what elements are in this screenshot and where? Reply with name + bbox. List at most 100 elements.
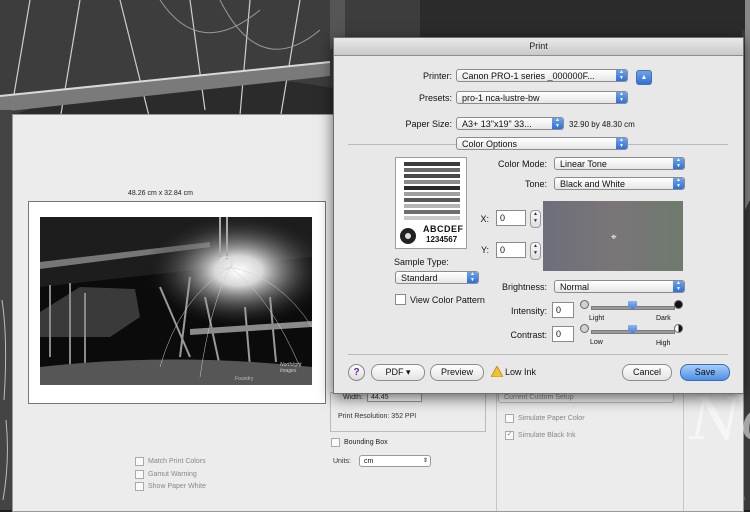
pdf-button[interactable]: PDF ▾ bbox=[371, 364, 425, 381]
checkbox-box[interactable] bbox=[135, 457, 144, 466]
dark-label: Dark bbox=[656, 315, 671, 322]
background-watermark-text: No bbox=[690, 385, 750, 453]
panel-select[interactable]: Color Options ▲ ▼ bbox=[456, 137, 628, 150]
foundry-photo-thumbnail bbox=[40, 217, 312, 385]
dialog-title: Print bbox=[334, 38, 743, 56]
contrast-field[interactable]: 0 bbox=[552, 326, 574, 342]
tone-select[interactable]: Black and White ▲ ▼ bbox=[554, 177, 685, 190]
x-stepper[interactable]: ▲ ▼ bbox=[530, 210, 541, 228]
checkbox-box[interactable] bbox=[331, 438, 340, 447]
chevron-updown-icon: ▲ ▼ bbox=[616, 92, 627, 103]
x-label: X: bbox=[480, 214, 489, 224]
checkbox-box[interactable] bbox=[395, 294, 406, 305]
y-field[interactable]: 0 bbox=[496, 242, 526, 258]
paper-size-value: A3+ 13"x19" 33... bbox=[462, 119, 532, 129]
panel-value: Color Options bbox=[462, 139, 518, 149]
brightness-label: Brightness: bbox=[501, 282, 547, 292]
low-contrast-icon bbox=[580, 324, 589, 333]
simulate-black-ink-checkbox[interactable]: ✓ Simulate Black Ink bbox=[505, 431, 576, 440]
dark-swatch-icon bbox=[674, 300, 683, 309]
photo-caption: Foundry bbox=[235, 376, 254, 382]
simulate-black-ink-label: Simulate Black Ink bbox=[518, 432, 576, 439]
show-paper-white-checkbox[interactable]: Show Paper White bbox=[135, 482, 206, 491]
save-button[interactable]: Save bbox=[680, 364, 730, 381]
sample-type-select[interactable]: Standard ▲ ▼ bbox=[395, 271, 479, 284]
paper-size-label: Paper Size: bbox=[405, 119, 452, 129]
printer-value: Canon PRO-1 series _000000F... bbox=[462, 71, 595, 81]
printer-label: Printer: bbox=[422, 71, 452, 81]
intensity-slider[interactable] bbox=[591, 301, 675, 313]
brightness-value: Normal bbox=[560, 282, 590, 292]
color-mode-label: Color Mode: bbox=[497, 159, 547, 169]
sample-type-value: Standard bbox=[401, 273, 438, 283]
sample-text-numbers: 1234567 bbox=[426, 235, 458, 244]
bounding-box-label: Bounding Box bbox=[344, 439, 388, 446]
y-label: Y: bbox=[480, 245, 489, 255]
intensity-label: Intensity: bbox=[510, 306, 547, 316]
preview-button[interactable]: Preview bbox=[430, 364, 484, 381]
tone-label: Tone: bbox=[524, 179, 547, 189]
printer-select[interactable]: Canon PRO-1 series _000000F... ▲ ▼ bbox=[456, 69, 628, 82]
y-stepper[interactable]: ▲ ▼ bbox=[530, 242, 541, 260]
checkbox-box[interactable] bbox=[135, 482, 144, 491]
simulate-paper-color-label: Simulate Paper Color bbox=[518, 415, 585, 422]
print-dialog: Print Printer: Canon PRO-1 series _00000… bbox=[333, 37, 744, 394]
sample-text-letters: ABCDEF bbox=[423, 224, 464, 234]
low-label: Low bbox=[590, 339, 603, 346]
chevron-updown-icon: ⇕ bbox=[422, 458, 428, 464]
units-select[interactable]: cm ⇕ bbox=[359, 455, 431, 467]
document-size-label: 48.26 cm x 32.84 cm bbox=[128, 190, 193, 197]
contrast-slider[interactable] bbox=[591, 325, 675, 337]
color-mode-value: Linear Tone bbox=[560, 159, 607, 169]
width-label: Width: bbox=[343, 394, 363, 401]
color-setup-value: Current Custom Setup bbox=[504, 394, 574, 401]
presets-select[interactable]: pro-1 nca-lustre-bw ▲ ▼ bbox=[456, 91, 628, 104]
print-resolution-text: Print Resolution: 352 PPI bbox=[338, 413, 417, 420]
checkbox-box[interactable] bbox=[135, 470, 144, 479]
low-ink-label: Low Ink bbox=[505, 367, 537, 377]
chevron-updown-icon: ▲ ▼ bbox=[616, 70, 627, 81]
tone-value: Black and White bbox=[560, 179, 626, 189]
print-preview-image bbox=[40, 217, 312, 385]
warning-icon bbox=[491, 366, 503, 377]
presets-value: pro-1 nca-lustre-bw bbox=[462, 93, 540, 103]
units-value: cm bbox=[364, 458, 374, 465]
match-print-colors-label: Match Print Colors bbox=[148, 458, 206, 465]
crosshair-icon[interactable]: ⌖ bbox=[611, 233, 617, 243]
sample-type-label: Sample Type: bbox=[394, 257, 449, 267]
gamut-warning-checkbox[interactable]: Gamut Warning bbox=[135, 470, 197, 479]
bounding-box-checkbox[interactable]: Bounding Box bbox=[331, 438, 388, 447]
help-button[interactable]: ? bbox=[348, 364, 365, 381]
chevron-updown-icon: ▲ ▼ bbox=[467, 272, 478, 283]
brightness-select[interactable]: Normal ▲ ▼ bbox=[554, 280, 685, 293]
checkbox-box[interactable] bbox=[505, 414, 514, 423]
high-label: High bbox=[656, 340, 671, 347]
simulate-paper-color-checkbox[interactable]: Simulate Paper Color bbox=[505, 414, 585, 423]
match-print-colors-checkbox[interactable]: Match Print Colors bbox=[135, 457, 206, 466]
chevron-updown-icon: ▲ ▼ bbox=[552, 118, 563, 129]
chevron-updown-icon: ▲ ▼ bbox=[673, 178, 684, 189]
light-label: Light bbox=[589, 315, 605, 322]
gamut-warning-label: Gamut Warning bbox=[148, 471, 197, 478]
paper-size-select[interactable]: A3+ 13"x19" 33... ▲ ▼ bbox=[456, 117, 564, 130]
tone-adjustment-grid[interactable]: ⌖ bbox=[543, 201, 683, 271]
chevron-updown-icon: ▲ ▼ bbox=[673, 281, 684, 292]
color-mode-select[interactable]: Linear Tone ▲ ▼ bbox=[554, 157, 685, 170]
chevron-updown-icon: ▲ ▼ bbox=[616, 138, 627, 149]
high-contrast-icon bbox=[674, 324, 683, 333]
photo-brand-watermark: Northlight Images bbox=[280, 362, 302, 374]
units-label: Units: bbox=[333, 458, 351, 465]
cancel-button[interactable]: Cancel bbox=[622, 364, 672, 381]
checkmark-icon[interactable]: ✓ bbox=[505, 431, 514, 440]
x-field[interactable]: 0 bbox=[496, 210, 526, 226]
show-paper-white-label: Show Paper White bbox=[148, 483, 206, 490]
view-color-pattern-label: View Color Pattern bbox=[410, 294, 485, 305]
view-color-pattern-checkbox[interactable]: View Color Pattern bbox=[395, 294, 485, 305]
contrast-label: Contrast: bbox=[510, 330, 547, 340]
light-swatch-icon bbox=[580, 300, 589, 309]
presets-label: Presets: bbox=[418, 93, 452, 103]
divider bbox=[348, 354, 728, 355]
chevron-updown-icon: ▲ ▼ bbox=[673, 158, 684, 169]
intensity-field[interactable]: 0 bbox=[552, 302, 574, 318]
disclosure-triangle-icon[interactable]: ▲ bbox=[636, 70, 652, 85]
